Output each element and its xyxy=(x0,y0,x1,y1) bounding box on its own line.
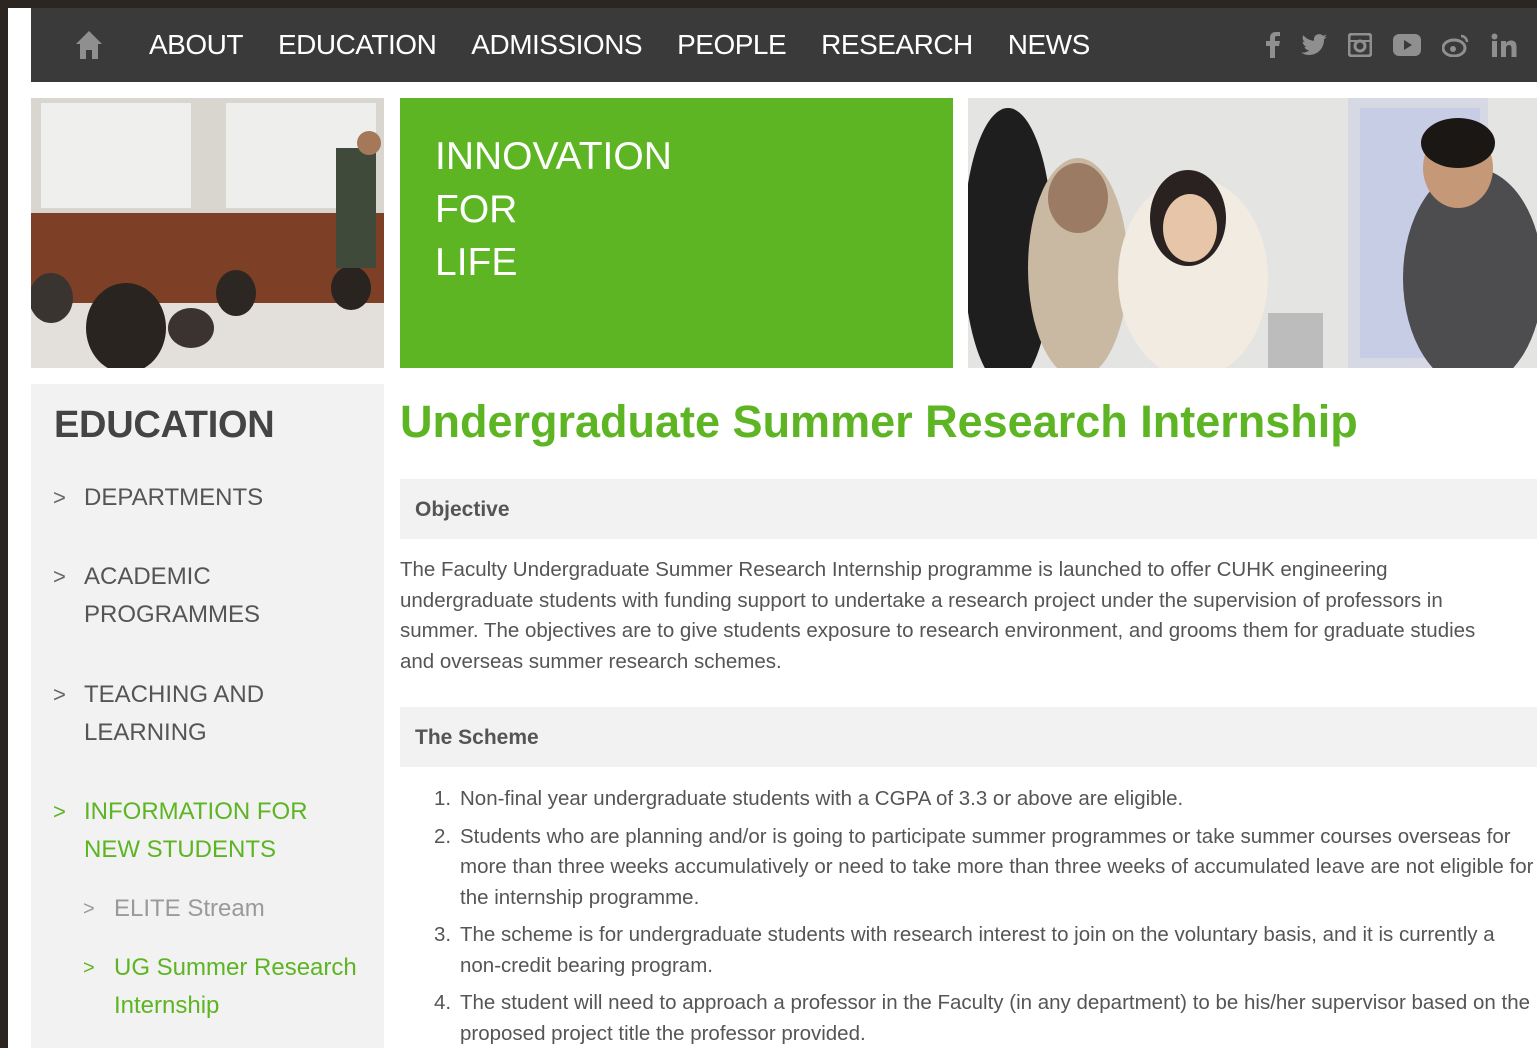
main-nav: ABOUT EDUCATION ADMISSIONS PEOPLE RESEAR… xyxy=(149,8,1125,82)
section-heading-scheme: The Scheme xyxy=(400,707,1537,767)
nav-admissions[interactable]: ADMISSIONS xyxy=(471,29,642,61)
list-item-number: 2. xyxy=(434,824,452,848)
sidebar-item-information-for-new-students[interactable]: > INFORMATION FOR NEW STUDENTS xyxy=(53,793,363,869)
sidebar: EDUCATION > DEPARTMENTS > ACADEMIC PROGR… xyxy=(31,384,384,1048)
nav-news[interactable]: NEWS xyxy=(1008,29,1091,61)
list-item-number: 1. xyxy=(434,787,452,810)
sidebar-subitem-label: UG Summer Research Internship xyxy=(114,954,357,1019)
linkedin-icon[interactable] xyxy=(1491,30,1517,60)
nav-research[interactable]: RESEARCH xyxy=(821,29,973,61)
section-heading-objective: Objective xyxy=(400,479,1537,539)
tagline-line-1: INNOVATION xyxy=(435,135,672,178)
list-item-text: The scheme is for undergraduate students… xyxy=(460,923,1495,977)
list-item: 3. The scheme is for undergraduate stude… xyxy=(434,920,1534,981)
sidebar-subitem-label: ELITE Stream xyxy=(114,895,265,922)
sidebar-item-label: INFORMATION FOR NEW STUDENTS xyxy=(84,798,308,863)
weibo-icon[interactable] xyxy=(1442,30,1470,60)
sidebar-item-teaching-and-learning[interactable]: > TEACHING AND LEARNING xyxy=(53,676,363,752)
sidebar-subitem-elite-stream[interactable]: > ELITE Stream xyxy=(83,890,373,928)
youtube-icon[interactable] xyxy=(1393,30,1421,60)
sidebar-item-label: ACADEMIC PROGRAMMES xyxy=(84,563,261,628)
tagline-line-2: FOR xyxy=(435,188,518,231)
tagline-line-3: LIFE xyxy=(435,241,518,284)
chevron-right-icon: > xyxy=(53,799,66,824)
chevron-right-icon: > xyxy=(53,682,66,707)
sidebar-title: EDUCATION xyxy=(54,404,275,446)
chevron-right-icon: > xyxy=(83,898,95,920)
chevron-right-icon: > xyxy=(83,957,95,979)
tagline: INNOVATION FOR LIFE xyxy=(435,130,672,289)
list-item: 2. Students who are planning and/or is g… xyxy=(434,822,1534,914)
nav-about[interactable]: ABOUT xyxy=(149,29,243,61)
list-item-number: 4. xyxy=(434,991,452,1014)
sidebar-item-departments[interactable]: > DEPARTMENTS xyxy=(53,479,363,517)
list-item-number: 3. xyxy=(434,923,452,946)
list-item: 1. Non-final year undergraduate students… xyxy=(434,784,1534,815)
page: ABOUT EDUCATION ADMISSIONS PEOPLE RESEAR… xyxy=(8,8,1537,1048)
chevron-right-icon: > xyxy=(53,485,66,510)
instagram-icon[interactable] xyxy=(1348,30,1372,60)
list-item-text: Non-final year undergraduate students wi… xyxy=(460,787,1184,810)
banner-photo-students xyxy=(968,98,1537,368)
section-heading-label: The Scheme xyxy=(415,726,539,749)
sidebar-item-label: TEACHING AND LEARNING xyxy=(84,681,265,746)
list-item: 4. The student will need to approach a p… xyxy=(434,988,1534,1048)
list-item-text: The student will need to approach a prof… xyxy=(460,991,1531,1045)
objective-paragraph: The Faculty Undergraduate Summer Researc… xyxy=(400,558,1476,673)
sidebar-item-academic-programmes[interactable]: > ACADEMIC PROGRAMMES xyxy=(53,558,363,634)
section-heading-label: Objective xyxy=(415,498,510,521)
twitter-icon[interactable] xyxy=(1301,30,1327,60)
chevron-right-icon: > xyxy=(53,564,66,589)
nav-people[interactable]: PEOPLE xyxy=(677,29,787,61)
banner-photo-lecture xyxy=(31,98,384,368)
page-title: Undergraduate Summer Research Internship xyxy=(400,396,1358,447)
list-item-text: Students who are planning and/or is goin… xyxy=(460,824,1534,909)
top-navigation: ABOUT EDUCATION ADMISSIONS PEOPLE RESEAR… xyxy=(31,8,1537,82)
home-icon[interactable] xyxy=(75,28,103,62)
scheme-list: 1. Non-final year undergraduate students… xyxy=(434,784,1534,1048)
sidebar-item-label: DEPARTMENTS xyxy=(84,484,264,511)
facebook-icon[interactable] xyxy=(1266,30,1280,60)
sidebar-subitem-ug-summer-research-internship[interactable]: > UG Summer Research Internship xyxy=(83,949,373,1025)
nav-education[interactable]: EDUCATION xyxy=(278,29,437,61)
banner-tagline-panel: INNOVATION FOR LIFE xyxy=(400,98,953,368)
social-links xyxy=(1245,8,1537,82)
